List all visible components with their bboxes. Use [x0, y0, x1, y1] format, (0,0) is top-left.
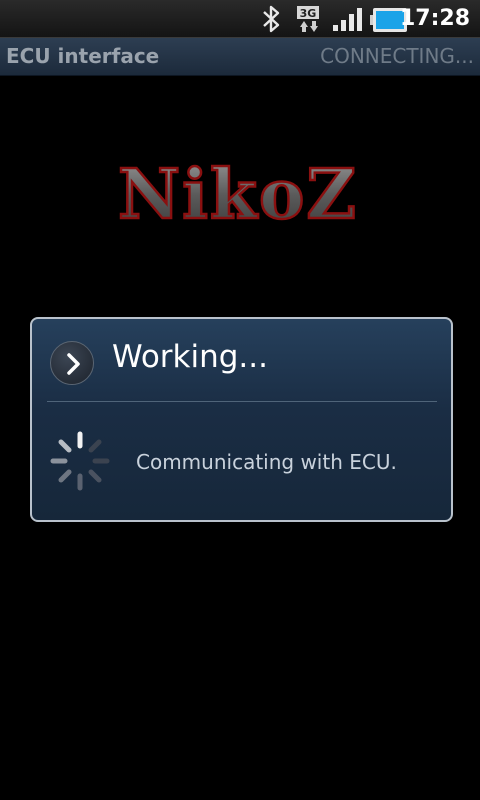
logo: NikoZ [0, 150, 480, 240]
dialog-divider [47, 401, 437, 402]
progress-dialog: Working... Communicating with ECU. [30, 317, 453, 522]
dialog-message: Communicating with ECU. [136, 450, 397, 474]
logo-text: NikoZ [118, 155, 358, 235]
network-type-label: 3G [300, 7, 317, 20]
3g-data-icon: 3G [296, 5, 326, 37]
connection-status: CONNECTING... [320, 44, 474, 68]
title-bar: ECU interface CONNECTING... [0, 38, 480, 76]
loading-spinner-icon [48, 429, 112, 497]
signal-strength-icon [332, 8, 364, 36]
status-clock: 17:28 [399, 6, 470, 31]
dialog-title: Working... [112, 339, 268, 375]
chevron-right-icon [50, 341, 94, 385]
app-title: ECU interface [6, 44, 160, 68]
status-bar: 3G 17:28 [0, 0, 480, 38]
bluetooth-icon [258, 4, 284, 38]
